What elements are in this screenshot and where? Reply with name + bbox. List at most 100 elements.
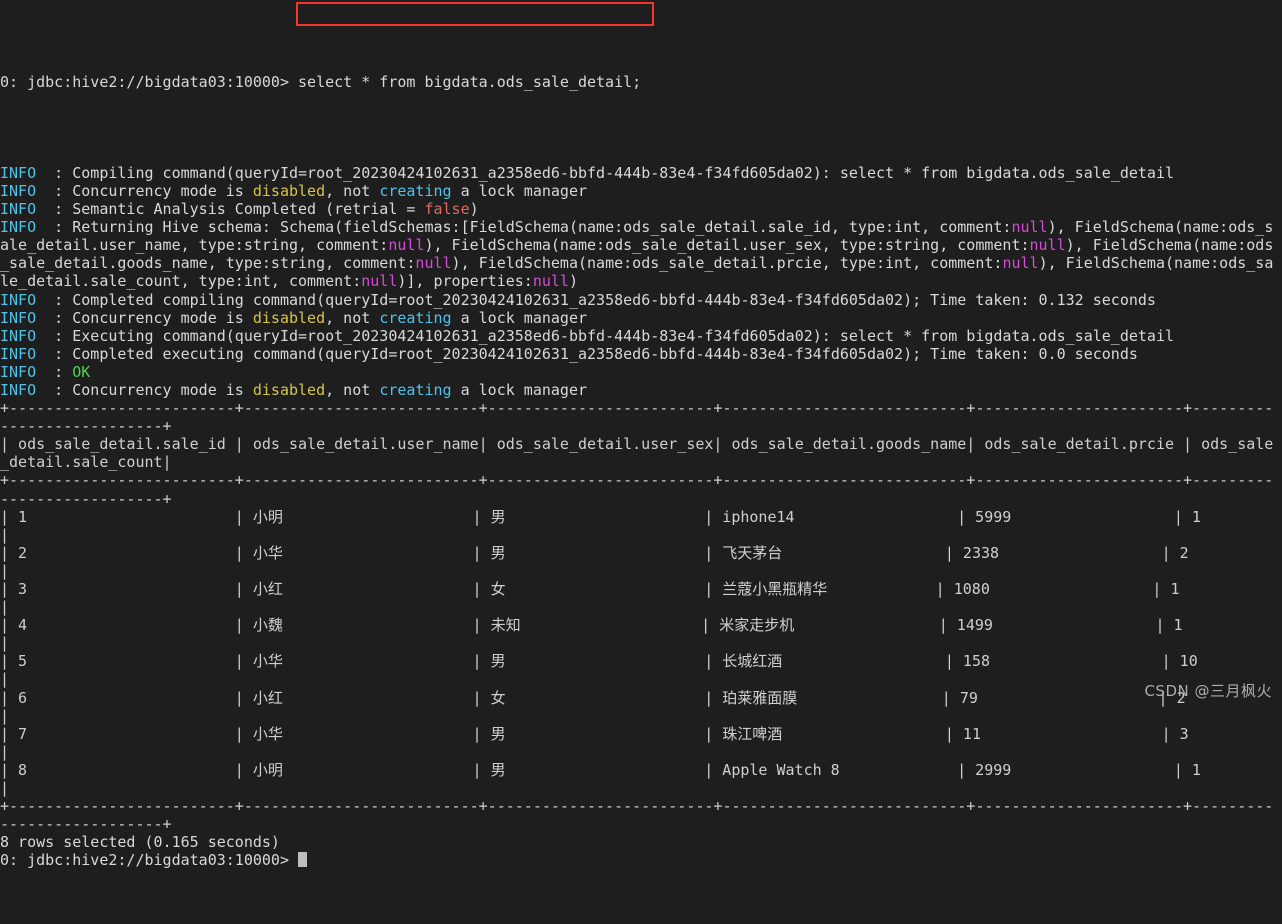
log-segment: : [36,344,73,363]
log-segment: null [361,272,398,291]
log-segment: : [36,290,73,309]
log-segment: a lock manager [451,308,588,327]
log-segment: : [36,380,73,399]
terminal-screen: 0: jdbc:hive2://bigdata03:10000> select … [0,1,1282,924]
log-segment: , not [325,380,380,399]
log-segment: Concurrency mode is [72,380,253,399]
table-cell-text: | 6 | 小红 | 女 | 珀莱雅面膜 | 79 | 2 | [0,688,1186,725]
rows-selected-status: 8 rows selected (0.165 seconds) [0,833,1282,851]
log-segment: Returning Hive schema: Schema(fieldSchem… [72,218,1012,237]
log-line: INFO : Concurrency mode is disabled, not… [0,182,1282,200]
log-segment: : [36,200,73,219]
log-segment: Executing command(queryId=root_202304241… [72,326,1175,345]
log-line: INFO : Compiling command(queryId=root_20… [0,164,1282,182]
log-segment: : [36,181,73,200]
table-row: | 3 | 小红 | 女 | 兰蔻小黑瓶精华 | 1080 | 1 | [0,580,1282,616]
log-segment: creating [379,308,452,327]
log-segment: : [36,163,73,182]
table-cell-text: | ods_sale_detail.sale_id | ods_sale_det… [0,435,1274,472]
log-segment: INFO [0,326,37,345]
table-cell-text: | 1 | 小明 | 男 | iphone14 | 5999 | 1 | [0,507,1201,544]
table-separator: +-------------------------+-------------… [0,399,1282,435]
prompt-command-line: 0: jdbc:hive2://bigdata03:10000> select … [0,73,1282,91]
log-segment: , not [325,308,380,327]
table-separator: +-------------------------+-------------… [0,797,1282,833]
table-row: | 5 | 小华 | 男 | 长城红酒 | 158 | 10 | [0,652,1282,688]
log-segment: )], properties: [397,272,533,291]
log-segment: INFO [0,200,37,219]
log-segment: Semantic Analysis Completed (retrial = [72,200,425,219]
log-segment: , not [325,181,380,200]
log-segment: false [424,200,470,219]
table-row: | 2 | 小华 | 男 | 飞天茅台 | 2338 | 2 | [0,544,1282,580]
log-output: INFO : Compiling command(queryId=root_20… [0,164,1282,870]
log-segment: : [36,218,73,237]
table-row: | 6 | 小红 | 女 | 珀莱雅面膜 | 79 | 2 | [0,689,1282,725]
table-cell-text: | 8 | 小明 | 男 | Apple Watch 8 | 2999 | 1 … [0,760,1201,798]
log-segment: disabled [252,308,326,327]
log-segment: null [1029,236,1066,255]
log-line: INFO : OK [0,363,1282,381]
log-segment: OK [72,362,91,381]
log-segment: Concurrency mode is [72,308,253,327]
log-segment: null [388,236,425,255]
log-line: INFO : Completed compiling command(query… [0,291,1282,309]
watermark: CSDN @三月枫火 [1144,681,1272,700]
terminal-window[interactable]: 0: jdbc:hive2://bigdata03:10000> select … [0,0,1282,869]
log-segment: : [36,308,73,327]
log-segment: INFO [0,181,37,200]
shell-prompt-next: 0: jdbc:hive2://bigdata03:10000> [0,851,299,870]
text-cursor [298,852,307,868]
table-header-row: | ods_sale_detail.sale_id | ods_sale_det… [0,435,1282,471]
log-line: INFO : Completed executing command(query… [0,345,1282,363]
shell-prompt: 0: jdbc:hive2://bigdata03:10000> [0,73,289,92]
log-segment: INFO [0,344,37,363]
log-segment: INFO [0,163,37,182]
log-segment: INFO [0,308,37,327]
table-row: | 4 | 小魏 | 未知 | 米家走步机 | 1499 | 1 | [0,616,1282,652]
table-cell-text: +-------------------------+-------------… [0,399,1274,436]
rows-selected-text: 8 rows selected (0.165 seconds) [0,833,280,852]
table-row: | 1 | 小明 | 男 | iphone14 | 5999 | 1 | [0,508,1282,544]
log-segment: null [1011,218,1048,237]
log-segment: : [36,326,73,345]
log-segment: null [532,272,569,291]
next-prompt-line[interactable]: 0: jdbc:hive2://bigdata03:10000> [0,851,1282,869]
log-segment: Completed executing command(queryId=root… [72,344,1138,363]
log-segment: creating [379,181,452,200]
log-segment: null [415,254,452,273]
typed-sql-command[interactable]: select * from bigdata.ods_sale_detail; [289,73,641,91]
log-segment: disabled [252,380,326,399]
table-cell-text: | 5 | 小华 | 男 | 长城红酒 | 158 | 10 | [0,652,1198,689]
log-segment: Concurrency mode is [72,181,253,200]
log-segment: creating [379,380,452,399]
log-line: INFO : Returning Hive schema: Schema(fie… [0,218,1282,290]
log-line: INFO : Executing command(queryId=root_20… [0,327,1282,345]
log-segment: disabled [252,181,326,200]
log-segment: null [1002,254,1039,273]
table-cell-text: | 7 | 小华 | 男 | 珠江啤酒 | 11 | 3 | [0,724,1189,761]
log-segment: INFO [0,362,37,381]
log-segment: Completed compiling command(queryId=root… [72,290,1156,309]
table-separator: +-------------------------+-------------… [0,471,1282,507]
log-segment: ) [469,200,479,219]
log-segment: INFO [0,218,37,237]
table-cell-text: | 3 | 小红 | 女 | 兰蔻小黑瓶精华 | 1080 | 1 | [0,580,1180,617]
log-line: INFO : Concurrency mode is disabled, not… [0,381,1282,399]
log-segment: INFO [0,380,37,399]
log-line: INFO : Concurrency mode is disabled, not… [0,309,1282,327]
log-segment: INFO [0,290,37,309]
table-row: | 8 | 小明 | 男 | Apple Watch 8 | 2999 | 1 … [0,761,1282,797]
log-line: INFO : Semantic Analysis Completed (retr… [0,200,1282,218]
log-segment: : [36,362,73,381]
log-segment: Compiling command(queryId=root_202304241… [72,163,1175,182]
table-cell-text: +-------------------------+-------------… [0,797,1274,834]
log-segment: a lock manager [451,380,588,399]
table-cell-text: | 4 | 小魏 | 未知 | 米家走步机 | 1499 | 1 | [0,616,1183,653]
table-row: | 7 | 小华 | 男 | 珠江啤酒 | 11 | 3 | [0,725,1282,761]
log-segment: a lock manager [451,181,588,200]
log-segment: ) [568,272,578,291]
log-segment: ), FieldSchema(name:ods_sale_detail.user… [424,236,1030,255]
table-cell-text: | 2 | 小华 | 男 | 飞天茅台 | 2338 | 2 | [0,543,1189,580]
log-segment: ), FieldSchema(name:ods_sale_detail.prci… [451,254,1003,273]
